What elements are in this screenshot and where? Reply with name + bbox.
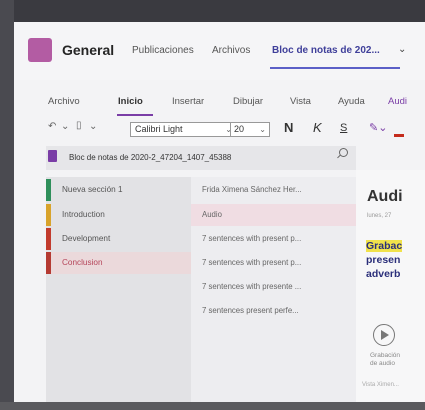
ribbon-tab-insertar[interactable]: Insertar: [172, 96, 204, 107]
recording-line: Grabación: [370, 352, 400, 359]
active-tab-indicator: [270, 67, 400, 69]
page-item[interactable]: 7 sentences with presente ...: [191, 276, 356, 298]
notebook-icon: [48, 150, 57, 162]
section-label: Introduction: [62, 210, 105, 219]
page-item-selected[interactable]: Audio: [191, 204, 356, 226]
clipboard-icon[interactable]: ▯: [76, 120, 82, 131]
chevron-down-icon[interactable]: ⌄: [398, 44, 406, 55]
ribbon-tab-dibujar[interactable]: Dibujar: [233, 96, 263, 107]
chevron-down-icon[interactable]: ⌄: [61, 121, 69, 132]
ribbon-active-indicator: [117, 114, 153, 116]
ribbon-tab-inicio[interactable]: Inicio: [118, 96, 143, 107]
font-size-select[interactable]: 20 ⌄: [230, 122, 270, 137]
chevron-down-icon[interactable]: ⌄: [89, 121, 97, 132]
section-color-tab: [46, 252, 51, 274]
play-icon[interactable]: [373, 324, 395, 346]
section-color-tab: [46, 228, 51, 250]
font-family-value: Calibri Light: [135, 124, 183, 134]
chevron-down-icon: ⌄: [259, 125, 266, 134]
page-item[interactable]: 7 sentences present perfe...: [191, 300, 356, 322]
search-icon[interactable]: [339, 148, 348, 157]
top-frame: [0, 0, 425, 22]
tab-archivos[interactable]: Archivos: [212, 45, 250, 56]
content-line[interactable]: adverb: [366, 268, 400, 280]
channel-name: General: [62, 42, 115, 58]
app-window: General Publicaciones Archivos Bloc de n…: [14, 22, 425, 402]
ribbon-tab-audio[interactable]: Audi: [388, 96, 407, 107]
ribbon-tab-ayuda[interactable]: Ayuda: [338, 96, 365, 107]
left-frame: [0, 0, 14, 410]
font-color-swatch[interactable]: [394, 134, 404, 137]
page-title[interactable]: Audi: [367, 188, 403, 206]
font-family-select[interactable]: Calibri Light ⌄: [130, 122, 236, 137]
section-label: Nueva sección 1: [62, 185, 123, 194]
page-date: lunes, 27: [367, 213, 392, 219]
section-nueva-seccion[interactable]: Nueva sección 1: [46, 179, 191, 201]
ribbon-tab-vista[interactable]: Vista: [290, 96, 311, 107]
section-conclusion[interactable]: Conclusion: [46, 252, 191, 274]
ribbon-tab-archivo[interactable]: Archivo: [48, 96, 80, 107]
font-size-value: 20: [234, 124, 245, 134]
section-introduction[interactable]: Introduction: [46, 204, 191, 226]
section-color-tab: [46, 179, 51, 201]
page-item[interactable]: 7 sentences with present p...: [191, 252, 356, 274]
section-label: Development: [62, 234, 111, 243]
recording-line: de audio: [370, 360, 395, 367]
content-line[interactable]: Grabac: [366, 240, 403, 252]
content-line[interactable]: presen: [366, 254, 400, 266]
tab-publicaciones[interactable]: Publicaciones: [132, 45, 194, 56]
section-development[interactable]: Development: [46, 228, 191, 250]
view-label: Vista Ximen...: [362, 382, 399, 388]
section-label: Conclusion: [62, 258, 103, 267]
page-item[interactable]: Frida Ximena Sánchez Her...: [191, 179, 356, 201]
bold-button[interactable]: N: [284, 120, 293, 135]
underline-button[interactable]: S: [340, 122, 347, 134]
section-color-tab: [46, 204, 51, 226]
page-item[interactable]: 7 sentences with present p...: [191, 228, 356, 250]
bottom-frame: [0, 402, 425, 410]
notebook-name[interactable]: Bloc de notas de 2020-2_47204_1407_45388: [69, 153, 231, 162]
audio-recording-label: Grabación de audio: [370, 352, 400, 368]
tab-notebook[interactable]: Bloc de notas de 202...: [272, 45, 380, 56]
undo-icon[interactable]: ↶: [48, 121, 56, 132]
highlighter-icon[interactable]: ✎⌄: [369, 121, 387, 134]
italic-button[interactable]: K: [313, 120, 322, 135]
team-avatar[interactable]: [28, 38, 52, 62]
